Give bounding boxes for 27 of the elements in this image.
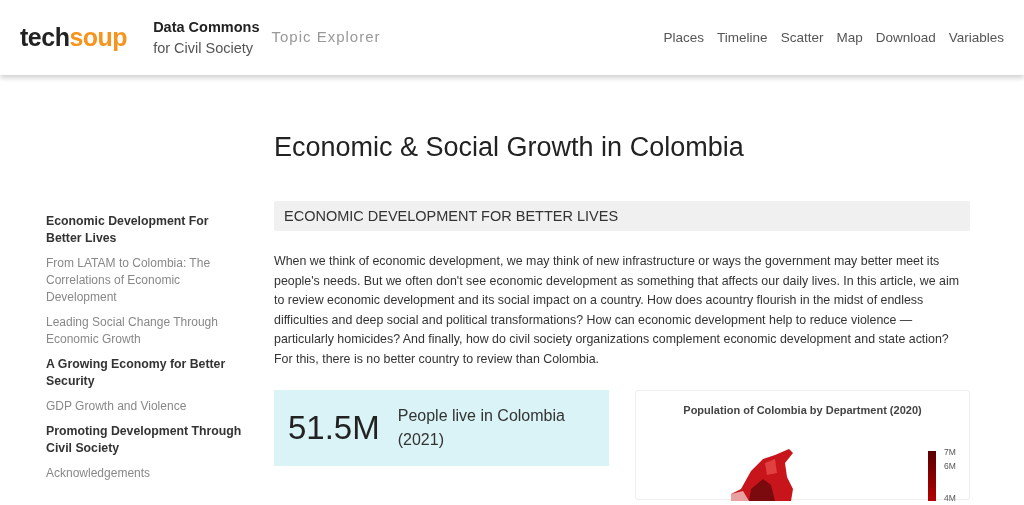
nav-link[interactable]: Download: [875, 30, 936, 45]
nav-link[interactable]: Places: [663, 30, 705, 45]
legend-label: 6M: [944, 460, 956, 471]
stat-value: 51.5M: [288, 408, 380, 447]
site-subtitle: Topic Explorer: [271, 28, 381, 45]
map-title: Population of Colombia by Department (2020): [682, 403, 923, 416]
article-title: Economic & Social Growth in Colombia: [274, 131, 745, 163]
nav-link[interactable]: Variables: [948, 30, 1004, 45]
intro-paragraph: When we think of economic development, we may think of new infrastructure or ways the government may better meet its people's needs. But we often don't see economic development as something that affects our daily lives. In this article, we aim to review economic development and its social impact on a country. How does acountry flourish in the midst of endless difficulties and deep social and political transformations? How can economic development help to reduce violence — particularly homicides? And finally, how do civil society organizations complement economic development and state action? For this, there is no better country to review than Colombia.: [274, 253, 960, 368]
brand-title: Data Commons: [153, 17, 260, 37]
sidebar-link[interactable]: GDP Growth and Violence: [46, 398, 246, 415]
section-heading: ECONOMIC DEVELOPMENT FOR BETTER LIVES: [274, 201, 970, 231]
sidebar-link[interactable]: From LATAM to Colombia: The Correlations of Economic Development: [46, 255, 246, 306]
legend-label: 4M: [944, 492, 956, 503]
legend-label: 7M: [944, 446, 956, 457]
sidebar-link[interactable]: Economic Development For Better Lives: [46, 213, 246, 247]
nav-link[interactable]: Scatter: [780, 30, 824, 45]
techsoup-logo[interactable]: techsoup: [20, 23, 128, 52]
stat-label: People live in Colombia (2021): [397, 405, 566, 450]
sidebar-link[interactable]: A Growing Economy for Better Security: [46, 356, 246, 390]
sidebar-link[interactable]: Acknowledgements: [46, 465, 246, 482]
sidebar-link[interactable]: Leading Social Change Through Economic Growth: [46, 314, 246, 348]
nav-link[interactable]: Map: [836, 30, 863, 45]
sidebar-link[interactable]: Promoting Development Through Civil Society: [46, 423, 246, 457]
brand-title: for Civil Society: [153, 38, 255, 58]
nav-link[interactable]: Timeline: [717, 30, 768, 45]
color-scale-bar: [928, 450, 936, 501]
